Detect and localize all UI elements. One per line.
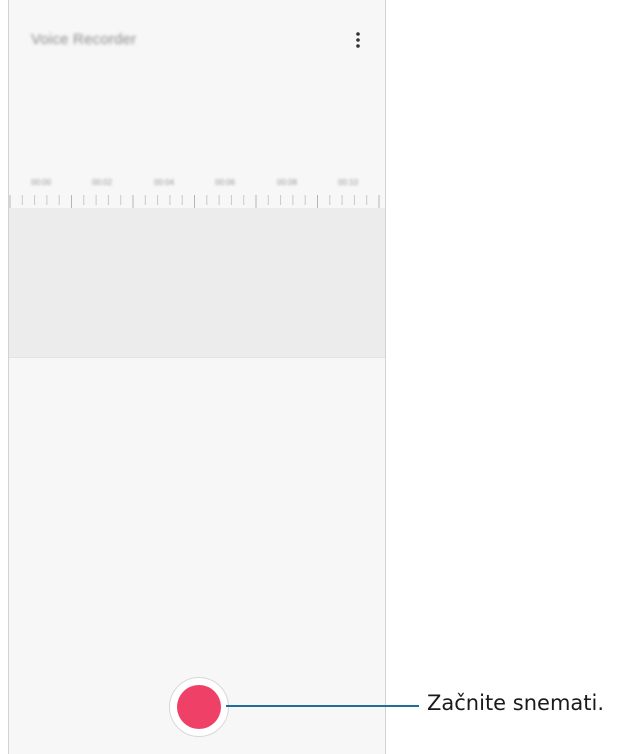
callout-line bbox=[226, 705, 419, 707]
voice-recorder-screen: Voice Recorder 00:00 00:02 00:04 00:06 0… bbox=[8, 0, 386, 754]
callout-text: Začnite snemati. bbox=[427, 691, 605, 715]
record-icon bbox=[177, 685, 221, 729]
waveform-area bbox=[9, 208, 385, 358]
app-title: Voice Recorder bbox=[31, 31, 137, 48]
record-button[interactable] bbox=[169, 677, 229, 737]
more-options-icon[interactable] bbox=[343, 26, 373, 56]
page: Voice Recorder 00:00 00:02 00:04 00:06 0… bbox=[0, 0, 625, 754]
